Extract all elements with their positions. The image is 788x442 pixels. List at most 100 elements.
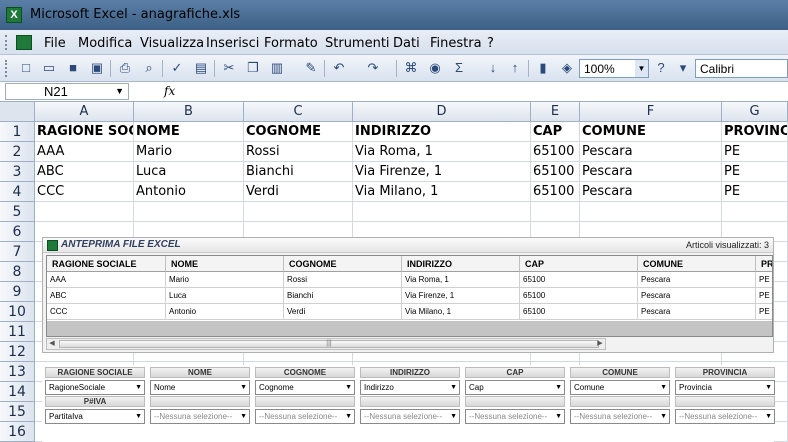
chevron-down-icon[interactable]: ▼ xyxy=(765,381,772,394)
row-header-1[interactable]: 1 xyxy=(0,122,35,142)
cell-b4[interactable]: Antonio xyxy=(134,182,244,202)
cell-c5[interactable] xyxy=(244,202,353,222)
preview-column-header[interactable]: COGNOME xyxy=(284,256,402,272)
cell-d3[interactable]: Via Firenze, 1 xyxy=(353,162,531,182)
row-header-11[interactable]: 11 xyxy=(0,322,35,342)
cell-d2[interactable]: Via Roma, 1 xyxy=(353,142,531,162)
column-header-d[interactable]: D xyxy=(353,102,531,122)
preview-cell[interactable]: Pescara xyxy=(638,288,756,304)
preview-cell[interactable]: Via Roma, 1 xyxy=(402,272,520,288)
cell-a5[interactable] xyxy=(35,202,134,222)
chevron-down-icon[interactable]: ▼ xyxy=(135,381,142,394)
spelling-icon[interactable]: ✓ xyxy=(168,59,186,77)
row-header-5[interactable]: 5 xyxy=(0,202,35,222)
column-header-g[interactable]: G xyxy=(722,102,788,122)
cell-b5[interactable] xyxy=(134,202,244,222)
web-icon[interactable]: ◉ xyxy=(426,59,444,77)
row-header-4[interactable]: 4 xyxy=(0,182,35,202)
mapping-select[interactable]: --Nessuna selezione-- ▼ xyxy=(570,409,670,424)
cell-e1[interactable]: CAP xyxy=(531,122,580,142)
menubar-grip[interactable] xyxy=(5,35,8,50)
cell-c2[interactable]: Rossi xyxy=(244,142,353,162)
row-header-2[interactable]: 2 xyxy=(0,142,35,162)
preview-cell[interactable]: PE xyxy=(756,304,772,320)
chevron-down-icon[interactable]: ▼ xyxy=(345,410,352,423)
preview-cell[interactable]: Pescara xyxy=(638,272,756,288)
preview-cell[interactable]: Pescara xyxy=(638,304,756,320)
preview-cell[interactable]: ABC xyxy=(47,288,166,304)
cell-g1[interactable]: PROVINCIA xyxy=(722,122,788,142)
sort-descending-icon[interactable]: ↑ xyxy=(506,59,524,77)
menu-formato[interactable]: Formato xyxy=(264,36,318,51)
chevron-down-icon[interactable]: ▼ xyxy=(240,410,247,423)
paste-icon[interactable]: ▥ xyxy=(268,59,286,77)
preview-cell[interactable]: Luca xyxy=(166,288,284,304)
chevron-down-icon[interactable]: ▼ xyxy=(115,84,124,99)
chevron-down-icon[interactable]: ▼ xyxy=(345,381,352,394)
sort-ascending-icon[interactable]: ↓ xyxy=(484,59,502,77)
preview-cell[interactable]: CCC xyxy=(47,304,166,320)
autosum-icon[interactable]: Σ xyxy=(450,59,468,77)
menu-dati[interactable]: Dati xyxy=(393,36,420,51)
cell-a1[interactable]: RAGIONE SOCIALE xyxy=(35,122,134,142)
chevron-down-icon[interactable]: ▼ xyxy=(660,410,667,423)
preview-cell[interactable]: Rossi xyxy=(284,272,402,288)
insert-hyperlink-icon[interactable]: ⌘ xyxy=(402,59,420,77)
cell-f3[interactable]: Pescara xyxy=(580,162,722,182)
menu-strumenti[interactable]: Strumenti xyxy=(325,36,390,51)
cell-e2[interactable]: 65100 xyxy=(531,142,580,162)
preview-cell[interactable]: Via Milano, 1 xyxy=(402,304,520,320)
cell-b1[interactable]: NOME xyxy=(134,122,244,142)
chevron-down-icon[interactable]: ▼ xyxy=(555,410,562,423)
preview-column-header[interactable]: COMUNE xyxy=(638,256,756,272)
preview-cell[interactable]: Mario xyxy=(166,272,284,288)
column-header-a[interactable]: A xyxy=(35,102,134,122)
mapping-select[interactable]: --Nessuna selezione-- ▼ xyxy=(675,409,775,424)
permission-icon[interactable]: ▣ xyxy=(88,59,106,77)
preview-cell[interactable]: 65100 xyxy=(520,272,638,288)
font-name-select[interactable]: Calibri xyxy=(695,59,788,78)
help-icon[interactable]: ? xyxy=(652,59,670,77)
chevron-down-icon[interactable]: ▼ xyxy=(765,410,772,423)
cell-f5[interactable] xyxy=(580,202,722,222)
preview-cell[interactable]: PE xyxy=(756,288,772,304)
cell-d1[interactable]: INDIRIZZO xyxy=(353,122,531,142)
preview-column-header[interactable]: RAGIONE SOCIALE xyxy=(47,256,166,272)
cell-g3[interactable]: PE xyxy=(722,162,788,182)
mapping-select[interactable]: Cognome ▼ xyxy=(255,380,355,395)
cell-c4[interactable]: Verdi xyxy=(244,182,353,202)
mapping-select[interactable]: Nome ▼ xyxy=(150,380,250,395)
menu-visualizza[interactable]: Visualizza xyxy=(140,36,204,51)
zoom-select[interactable]: 100% ▼ xyxy=(579,59,649,78)
preview-cell[interactable]: 65100 xyxy=(520,288,638,304)
cell-a4[interactable]: CCC xyxy=(35,182,134,202)
print-preview-icon[interactable]: ⌕ xyxy=(140,59,158,77)
cell-f2[interactable]: Pescara xyxy=(580,142,722,162)
row-header-8[interactable]: 8 xyxy=(0,262,35,282)
mapping-select[interactable]: Cap ▼ xyxy=(465,380,565,395)
cell-g4[interactable]: PE xyxy=(722,182,788,202)
redo-icon[interactable]: ↷ xyxy=(364,59,382,77)
preview-cell[interactable]: Via Firenze, 1 xyxy=(402,288,520,304)
preview-column-header[interactable]: INDIRIZZO xyxy=(402,256,520,272)
cell-e3[interactable]: 65100 xyxy=(531,162,580,182)
chevron-down-icon[interactable]: ▼ xyxy=(240,381,247,394)
cut-icon[interactable]: ✂ xyxy=(220,59,238,77)
preview-column-header[interactable]: PR xyxy=(756,256,772,272)
cell-c3[interactable]: Bianchi xyxy=(244,162,353,182)
preview-column-header[interactable]: NOME xyxy=(166,256,284,272)
chevron-down-icon[interactable]: ▼ xyxy=(450,410,457,423)
column-header-c[interactable]: C xyxy=(244,102,353,122)
mapping-select[interactable]: Comune ▼ xyxy=(570,380,670,395)
preview-cell[interactable]: AAA xyxy=(47,272,166,288)
research-icon[interactable]: ▤ xyxy=(192,59,210,77)
preview-cell[interactable]: Bianchi xyxy=(284,288,402,304)
workbook-icon[interactable] xyxy=(16,35,32,50)
preview-column-header[interactable]: CAP xyxy=(520,256,638,272)
menu-help[interactable]: ? xyxy=(487,36,494,51)
row-header-13[interactable]: 13 xyxy=(0,362,35,382)
chart-wizard-icon[interactable]: ▮ xyxy=(534,59,552,77)
column-header-f[interactable]: F xyxy=(580,102,722,122)
scrollbar-thumb[interactable]: ||| xyxy=(59,340,599,348)
row-header-15[interactable]: 15 xyxy=(0,402,35,422)
